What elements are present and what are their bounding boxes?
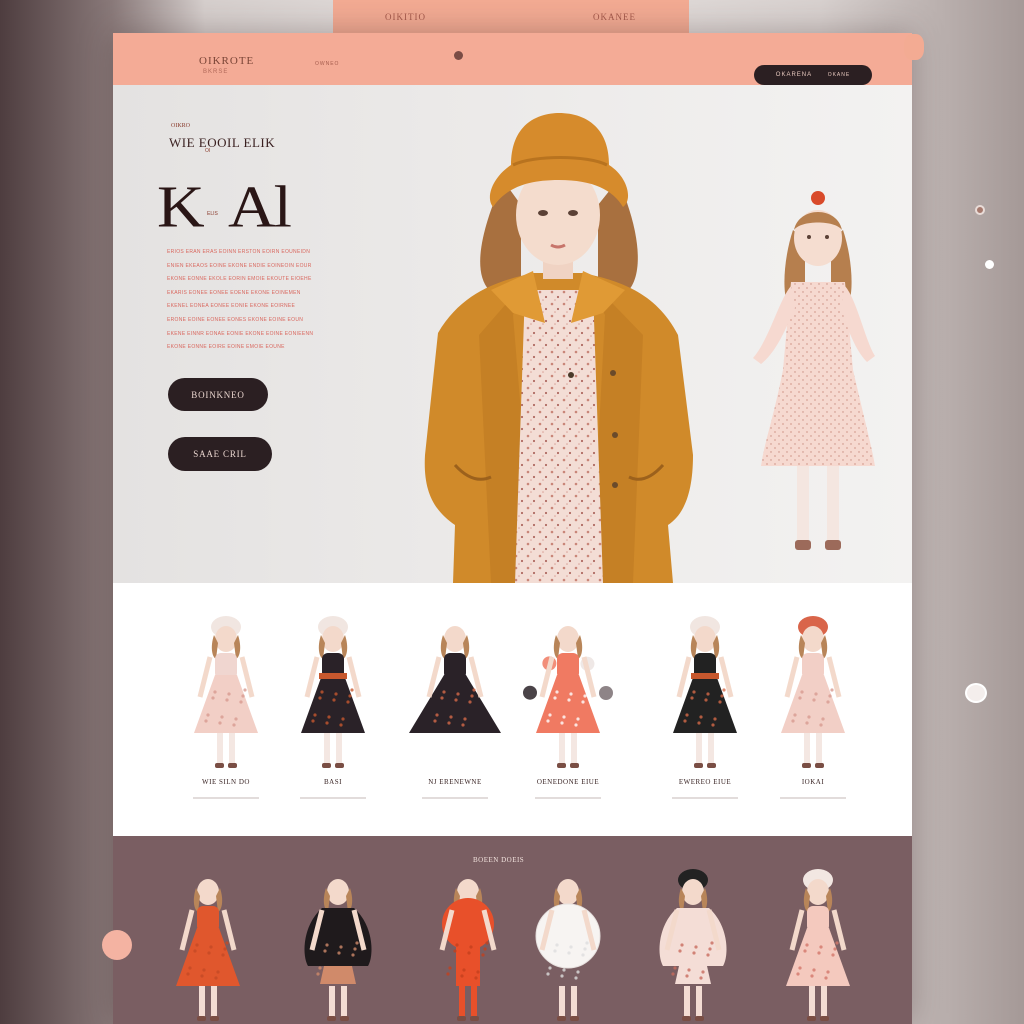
decorative-dot [904,34,924,60]
featured-product-image [176,879,240,1021]
hero-description-line: EKENEL EONEA EONEE EONIE EKONE EOIRNEE [167,303,296,310]
product-name: EWEREO EIUE [678,778,732,786]
hero-description-line: ERIOS ERAN ERAS EOINN ERSTON EOIRN EOUNE… [167,249,311,255]
top-tab-strip: OIKITIO OKANEE [333,0,689,34]
product-image [781,616,845,768]
hero-description-line: ENIEN EKEAOS EOINE EKONE ENDIE EOINEOIN … [167,262,312,269]
featured-product-image [439,879,497,1021]
decorative-dot [965,683,987,703]
product-image [409,626,501,733]
featured-section: BOEEN DOEIS [113,836,912,1024]
featured-product-image [304,879,372,1021]
site-logo[interactable]: OIKROTE [199,55,254,67]
product-image [301,616,365,768]
tab-strip-label-left: OIKITIO [385,12,426,22]
hero-tagline: WIE EOOIL ELIK [169,135,276,150]
hero-secondary-model-image [753,191,875,550]
product-name: WIE SILN DO [202,778,250,786]
hero-description-line: EKARIS EONEE EONEE EOENE EKONE EOINEMEN [167,289,301,296]
decorative-dot [102,930,132,960]
featured-product-image [535,879,601,1021]
product-card[interactable]: OENEDONE EIUE [513,613,623,803]
hero-model-image [424,113,693,583]
header-button-label-right: OKANE [827,72,851,78]
product-card[interactable]: WIE SILN DO [171,613,281,803]
hero-description-line: EKENE EINNR EONAE EONIE EKONE EOINE EONI… [167,330,314,337]
product-price-line [780,797,846,799]
featured-product[interactable] [153,866,263,1021]
product-price-line [422,797,488,799]
decorative-dot [985,260,994,269]
hero-description: ERIOS ERAN ERAS EOINN ERSTON EOIRN EOUNE… [167,249,361,358]
hero-kicker: OIKRO [171,123,190,129]
featured-product[interactable] [638,866,748,1021]
product-price-line [193,797,259,799]
featured-product-image [659,869,727,1021]
hero-description-line: EKONE EONNE EKOLE EORIN EMOIE EKOUTE EIO… [167,276,312,283]
product-price-line [535,797,601,799]
hero-title-sub: ELIS [207,211,218,217]
tab-strip-label-right: OKANEE [593,12,636,22]
featured-product-image [786,869,850,1021]
site-header: OIKROTE BKRSE OWNEO OKARENA OKANE [113,33,912,85]
product-name: IOKAI [801,778,825,786]
site-logo-subtitle: BKRSE [203,69,229,75]
product-image [673,616,737,768]
product-card[interactable]: EWEREO EIUE [650,613,760,803]
hero-description-line: ERONE EOINE EONEE EONES EKONE EOINE EOUN [167,316,304,323]
product-price-line [672,797,738,799]
featured-product[interactable] [283,866,393,1021]
product-card[interactable]: BASI [278,613,388,803]
product-name: NJ ERENEWNE [428,778,482,786]
product-name: OENEDONE EIUE [536,778,600,786]
nav-link[interactable]: OWNEO [315,61,339,67]
featured-product[interactable] [763,866,873,1021]
header-button-label-left: OKARENA [775,72,813,78]
hero-title: K Al [157,174,292,241]
header-dot-icon [454,51,463,60]
product-card[interactable]: IOKAI [758,613,868,803]
hero-description-line: EKONE EONNE EOIRE EOINE EMOIE EOUNE [167,344,285,351]
shop-now-button[interactable]: BOINKNEO [168,378,268,411]
featured-product[interactable] [413,866,523,1021]
sale-button[interactable]: SAAE CRIL [168,437,272,471]
product-name: BASI [324,778,342,786]
decorative-dot [975,205,985,215]
featured-product[interactable] [513,866,623,1021]
web-page: OIKROTE BKRSE OWNEO OKARENA OKANE OIKRO … [113,33,912,1024]
product-card[interactable]: NJ ERENEWNE [400,613,510,803]
product-grid: WIE SILN DO BASI NJ ERENEWNE OENEDONE EIUE E… [113,583,912,836]
hero-tagline-sub: OI [205,148,211,154]
hero-banner: OIKRO WIE EOOIL ELIK OI K Al ELIS ERIOS … [113,85,912,583]
featured-section-label: BOEEN DOEIS [473,856,525,864]
header-account-button[interactable]: OKARENA OKANE [754,65,872,85]
product-image [523,626,613,768]
product-price-line [300,797,366,799]
product-image [194,616,258,768]
